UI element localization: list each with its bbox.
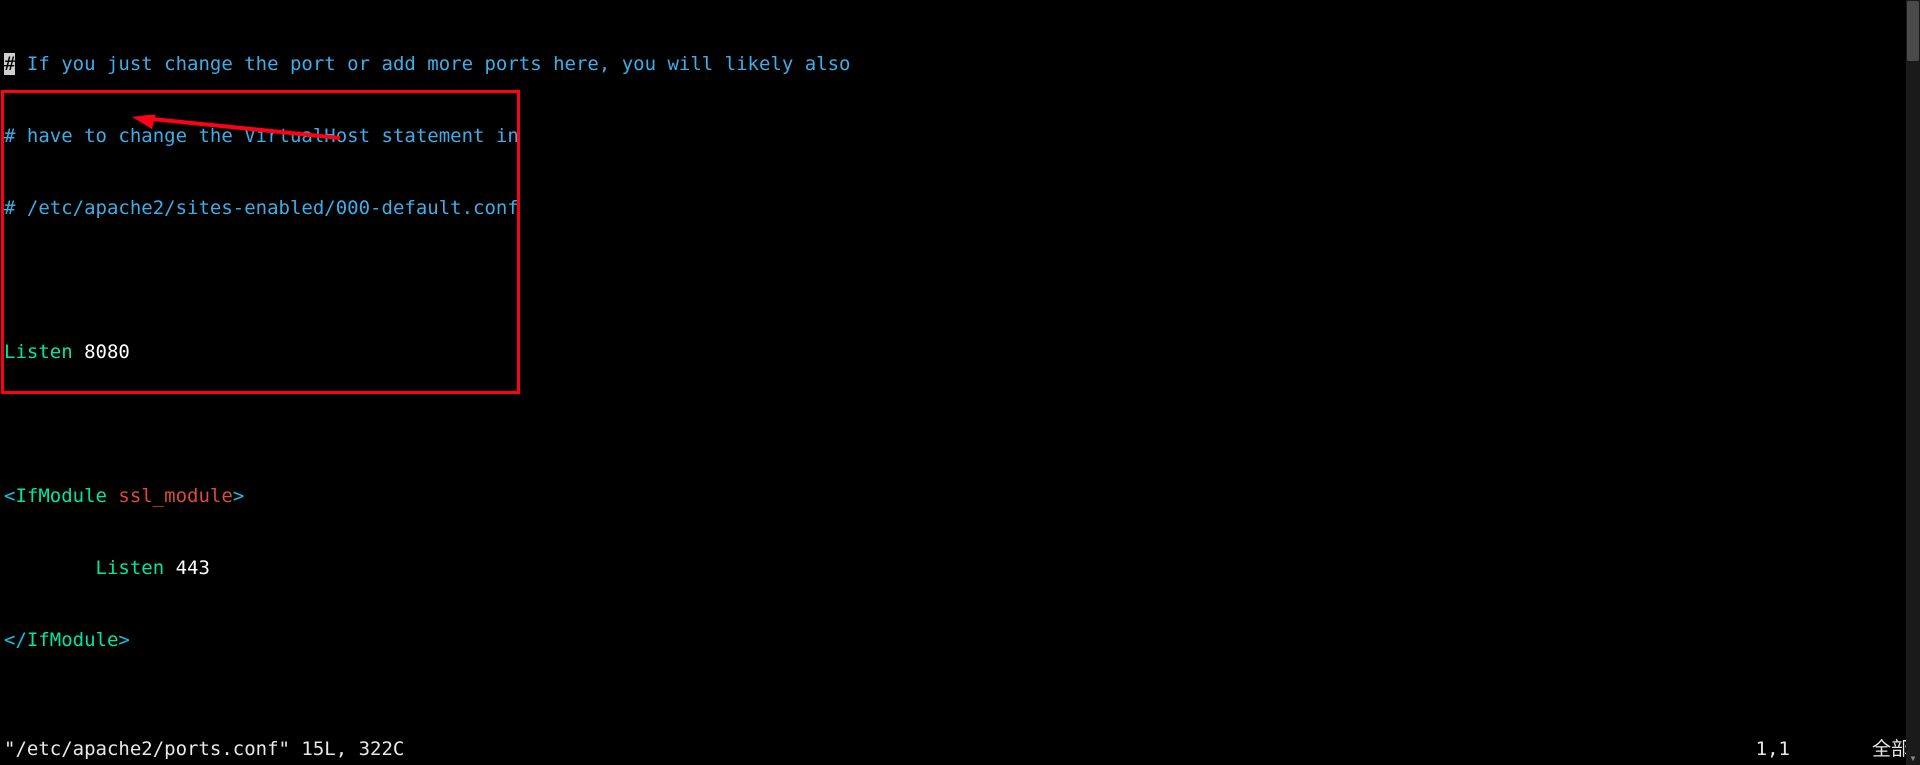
comment-hash: #: [4, 125, 15, 147]
comment-text: have to change the VirtualHost statement…: [15, 125, 518, 147]
comment-text: /etc/apache2/sites-enabled/000-default.c…: [15, 197, 518, 219]
blank-line: [4, 268, 1916, 292]
tag-name: IfModule: [15, 485, 107, 507]
code-line: </IfModule>: [4, 628, 1916, 652]
directive-keyword: Listen: [4, 341, 73, 363]
code-line: # /etc/apache2/sites-enabled/000-default…: [4, 196, 1916, 220]
blank-line: [4, 700, 1916, 724]
blank-line: [4, 412, 1916, 436]
tag-name: IfModule: [27, 629, 119, 651]
code-line: # If you just change the port or add mor…: [4, 52, 1916, 76]
code-line: Listen 443: [4, 556, 1916, 580]
directive-keyword: Listen: [96, 557, 165, 579]
tag-slash: /: [15, 629, 26, 651]
cursor: #: [4, 53, 15, 75]
code-line: <IfModule ssl_module>: [4, 484, 1916, 508]
module-name: ssl_module: [118, 485, 232, 507]
tag-bracket: <: [4, 629, 15, 651]
port-number: 8080: [84, 341, 130, 363]
tag-bracket: >: [118, 629, 129, 651]
space: [107, 485, 118, 507]
code-line: Listen 8080: [4, 340, 1916, 364]
tag-bracket: <: [4, 485, 15, 507]
scrollbar-thumb[interactable]: [1907, 1, 1919, 61]
status-line-percent: 全部: [1872, 737, 1910, 761]
status-line-position: 1,1: [1756, 737, 1790, 761]
tag-bracket: >: [233, 485, 244, 507]
scroll-down-icon[interactable]: ▾: [1908, 753, 1918, 763]
port-number: 443: [176, 557, 210, 579]
editor-viewport[interactable]: # If you just change the port or add mor…: [4, 4, 1916, 735]
indent: [4, 557, 96, 579]
scrollbar[interactable]: ▴ ▾: [1906, 0, 1920, 765]
status-line-file: "/etc/apache2/ports.conf" 15L, 322C: [4, 737, 1916, 761]
comment-text: If you just change the port or add more …: [15, 53, 850, 75]
comment-hash: #: [4, 197, 15, 219]
code-line: # have to change the VirtualHost stateme…: [4, 124, 1916, 148]
